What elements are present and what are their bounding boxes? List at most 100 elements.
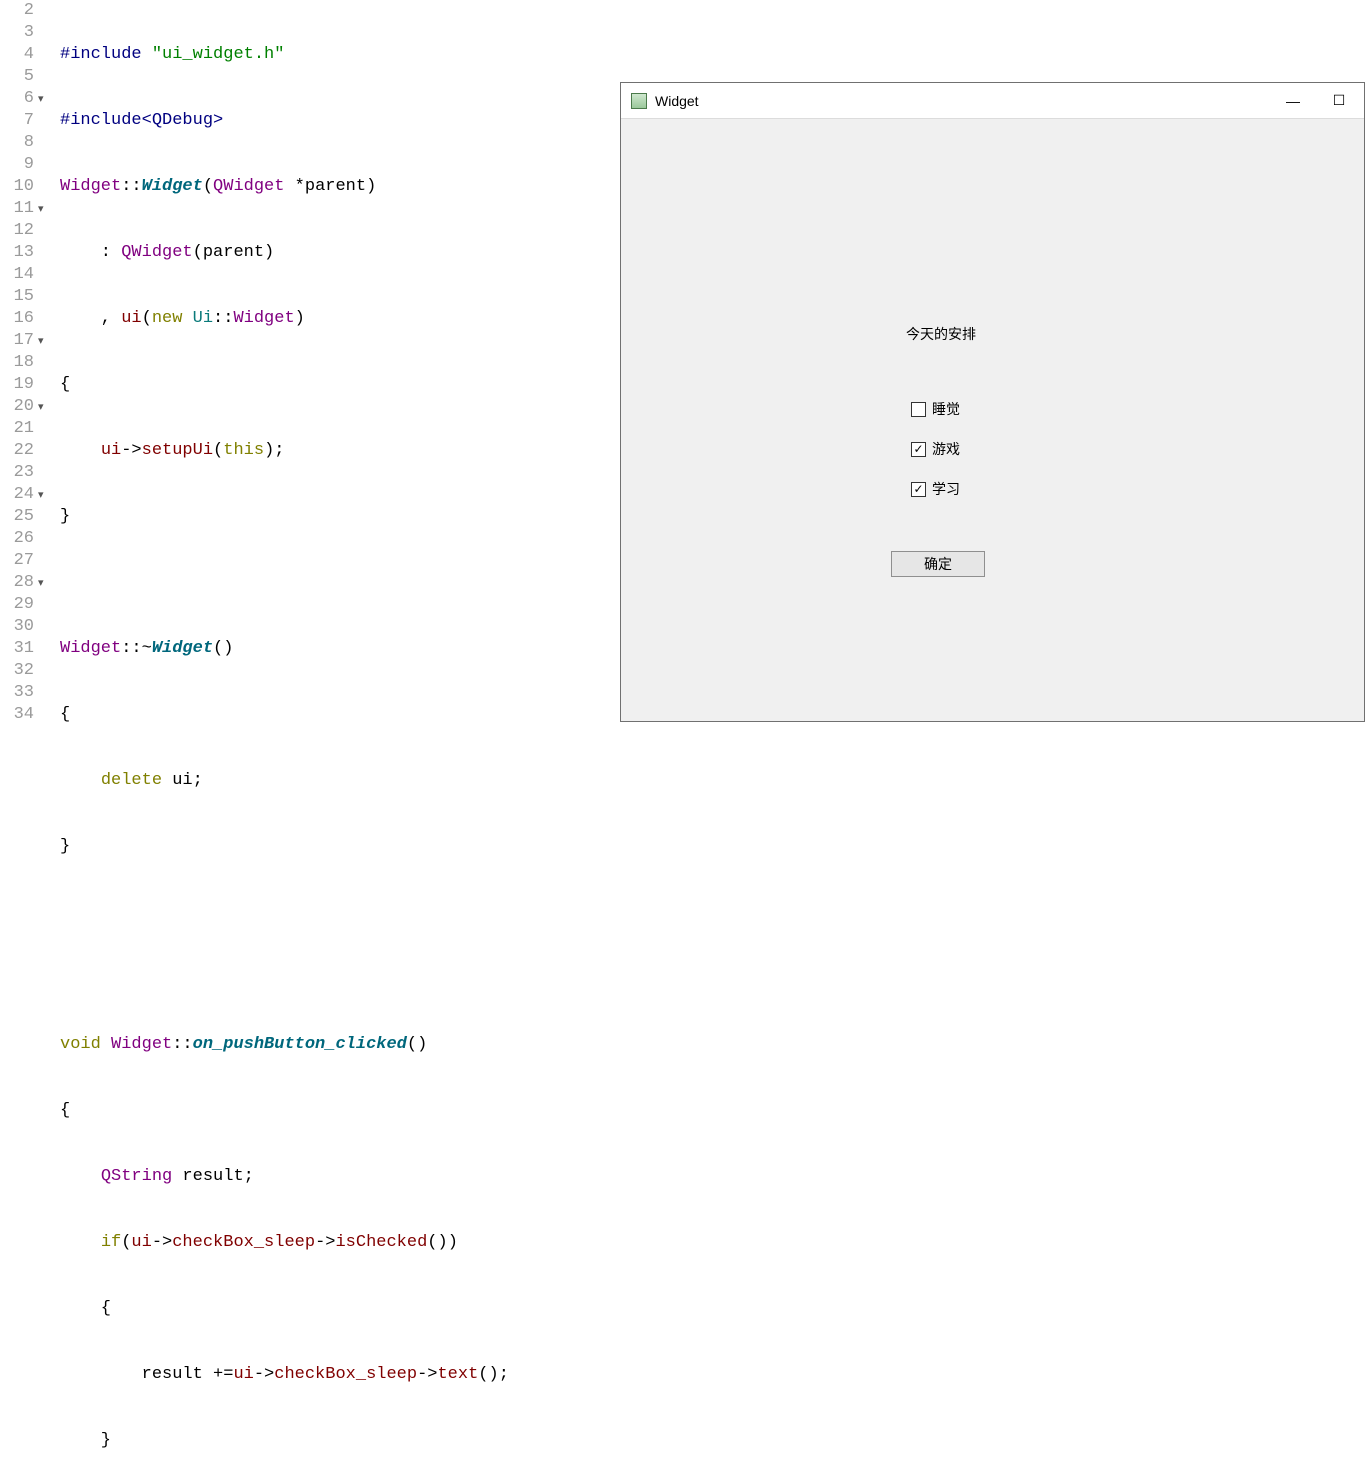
checkbox-label: 学习: [932, 479, 960, 499]
line-number: 8: [0, 132, 34, 154]
code-line: Widget::~Widget(): [60, 638, 509, 660]
fold-marker: [38, 242, 52, 264]
line-number: 25: [0, 506, 34, 528]
line-number: 17: [0, 330, 34, 352]
line-number: 13: [0, 242, 34, 264]
fold-column: [38, 0, 52, 731]
minimize-button[interactable]: —: [1270, 83, 1316, 119]
line-number-gutter: 2345678910111213141516171819202122232425…: [0, 0, 38, 731]
fold-marker: [38, 66, 52, 88]
fold-marker: [38, 308, 52, 330]
line-number: 4: [0, 44, 34, 66]
minimize-icon: —: [1286, 93, 1300, 109]
line-number: 14: [0, 264, 34, 286]
line-number: 34: [0, 704, 34, 726]
fold-marker[interactable]: [38, 88, 52, 110]
code-editor[interactable]: 2345678910111213141516171819202122232425…: [0, 0, 620, 731]
check-icon: ✓: [913, 483, 923, 495]
checkbox-label: 睡觉: [932, 399, 960, 419]
code-line: #include "ui_widget.h": [60, 44, 509, 66]
maximize-button[interactable]: ☐: [1316, 83, 1362, 119]
checkbox-icon: ✓: [911, 482, 926, 497]
line-number: 22: [0, 440, 34, 462]
code-line: }: [60, 1430, 509, 1452]
fold-marker: [38, 616, 52, 638]
fold-marker: [38, 506, 52, 528]
line-number: 21: [0, 418, 34, 440]
fold-marker: [38, 44, 52, 66]
maximize-icon: ☐: [1333, 92, 1346, 109]
window-title: Widget: [655, 93, 699, 109]
code-line: , ui(new Ui::Widget): [60, 308, 509, 330]
code-line: delete ui;: [60, 770, 509, 792]
line-number: 9: [0, 154, 34, 176]
line-number: 15: [0, 286, 34, 308]
line-number: 28: [0, 572, 34, 594]
line-number: 12: [0, 220, 34, 242]
checkbox-study[interactable]: ✓ 学习: [911, 479, 960, 499]
line-number: 32: [0, 660, 34, 682]
code-line: {: [60, 1100, 509, 1122]
fold-marker: [38, 440, 52, 462]
code-line: }: [60, 506, 509, 528]
code-line: [60, 968, 509, 990]
fold-marker: [38, 462, 52, 484]
line-number: 3: [0, 22, 34, 44]
code-area[interactable]: #include "ui_widget.h" #include<QDebug> …: [52, 0, 509, 731]
heading-label: 今天的安排: [906, 324, 976, 344]
checkbox-play[interactable]: ✓ 游戏: [911, 439, 960, 459]
code-line: [60, 902, 509, 924]
code-line: {: [60, 1298, 509, 1320]
line-number: 10: [0, 176, 34, 198]
fold-marker[interactable]: [38, 396, 52, 418]
checkbox-label: 游戏: [932, 439, 960, 459]
code-line: }: [60, 836, 509, 858]
line-number: 16: [0, 308, 34, 330]
line-number: 26: [0, 528, 34, 550]
fold-marker: [38, 132, 52, 154]
fold-marker[interactable]: [38, 198, 52, 220]
line-number: 20: [0, 396, 34, 418]
fold-marker: [38, 594, 52, 616]
line-number: 5: [0, 66, 34, 88]
fold-marker: [38, 286, 52, 308]
line-number: 18: [0, 352, 34, 374]
code-line: [60, 572, 509, 594]
fold-marker: [38, 176, 52, 198]
line-number: 7: [0, 110, 34, 132]
line-number: 19: [0, 374, 34, 396]
fold-marker: [38, 660, 52, 682]
checkbox-icon: [911, 402, 926, 417]
fold-marker[interactable]: [38, 484, 52, 506]
fold-marker: [38, 110, 52, 132]
code-line: #include<QDebug>: [60, 110, 509, 132]
fold-marker: [38, 418, 52, 440]
fold-marker: [38, 528, 52, 550]
code-line: {: [60, 374, 509, 396]
fold-marker: [38, 22, 52, 44]
code-line: : QWidget(parent): [60, 242, 509, 264]
checkbox-icon: ✓: [911, 442, 926, 457]
fold-marker: [38, 264, 52, 286]
line-number: 23: [0, 462, 34, 484]
fold-marker[interactable]: [38, 330, 52, 352]
fold-marker[interactable]: [38, 572, 52, 594]
line-number: 27: [0, 550, 34, 572]
code-line: void Widget::on_pushButton_clicked(): [60, 1034, 509, 1056]
fold-marker: [38, 704, 52, 726]
fold-marker: [38, 682, 52, 704]
confirm-button[interactable]: 确定: [891, 551, 985, 577]
line-number: 2: [0, 0, 34, 22]
line-number: 33: [0, 682, 34, 704]
line-number: 30: [0, 616, 34, 638]
fold-marker: [38, 0, 52, 22]
code-line: {: [60, 704, 509, 726]
line-number: 6: [0, 88, 34, 110]
line-number: 31: [0, 638, 34, 660]
line-number: 29: [0, 594, 34, 616]
checkbox-sleep[interactable]: 睡觉: [911, 399, 960, 419]
titlebar[interactable]: Widget — ☐: [621, 83, 1364, 119]
fold-marker: [38, 154, 52, 176]
code-line: result +=ui->checkBox_sleep->text();: [60, 1364, 509, 1386]
code-line: QString result;: [60, 1166, 509, 1188]
